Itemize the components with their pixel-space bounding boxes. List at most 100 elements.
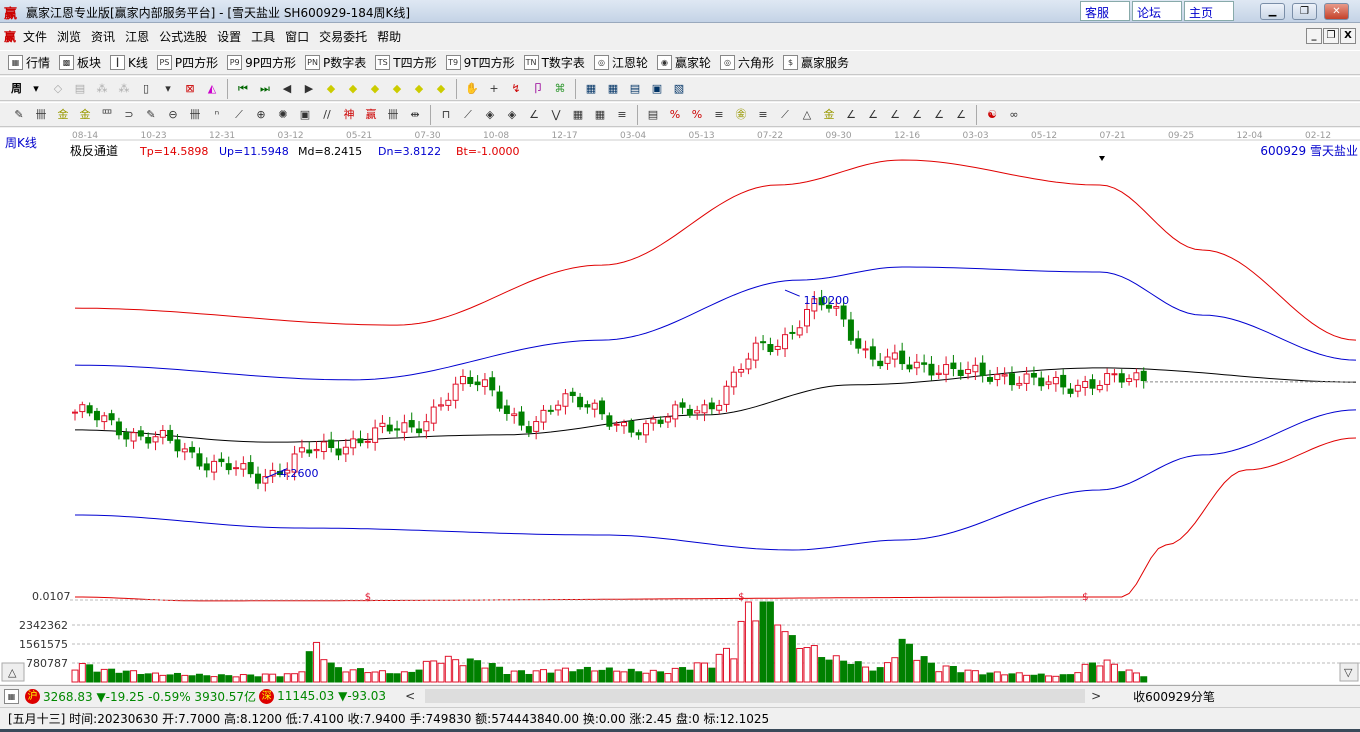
draw-tool-icon-0[interactable]: ✎ bbox=[11, 107, 27, 123]
homepage-link[interactable]: 主页 bbox=[1184, 1, 1234, 21]
draw-tool-icon-27[interactable]: ▦ bbox=[592, 107, 608, 123]
draw-tool-icon-21[interactable]: ⟋ bbox=[460, 107, 476, 123]
tool-icon-1[interactable]: ▤ bbox=[72, 81, 88, 97]
draw-tool-icon-8[interactable]: 卌 bbox=[187, 107, 203, 123]
tool-icon-18[interactable]: ◆ bbox=[433, 81, 449, 97]
kline-chart[interactable]: 08-14 10-23 12-31 03-12 05-21 07-30 10-08 12-17… bbox=[0, 128, 1360, 684]
draw-tool-icon-15[interactable]: 神 bbox=[341, 107, 357, 123]
draw-tool-icon-38[interactable]: 金 bbox=[821, 107, 837, 123]
draw-tool-icon-13[interactable]: ▣ bbox=[297, 107, 313, 123]
menu-news[interactable]: 资讯 bbox=[86, 28, 120, 45]
scroll-right-button[interactable]: > bbox=[1091, 689, 1121, 703]
draw-tool-icon-2[interactable]: 金 bbox=[55, 107, 71, 123]
toolbar-button-11[interactable]: ◎ 六角形 bbox=[719, 54, 774, 71]
draw-tool-icon-47[interactable]: ∞ bbox=[1006, 107, 1022, 123]
tool-icon-22[interactable]: ↯ bbox=[508, 81, 524, 97]
tool-icon-29[interactable]: ▣ bbox=[649, 81, 665, 97]
draw-tool-icon-17[interactable]: 卌 bbox=[385, 107, 401, 123]
tool-icon-26[interactable]: ▦ bbox=[583, 81, 599, 97]
tool-icon-9[interactable]: ⏮ bbox=[235, 81, 251, 97]
customer-service-link[interactable]: 客服 bbox=[1080, 1, 1130, 21]
toolbar-button-9[interactable]: ◎ 江恩轮 bbox=[593, 54, 648, 71]
tick-data-link[interactable]: 收600929分笔 bbox=[1133, 688, 1215, 705]
draw-tool-icon-7[interactable]: ⊖ bbox=[165, 107, 181, 123]
forum-link[interactable]: 论坛 bbox=[1132, 1, 1182, 21]
menu-tools[interactable]: 工具 bbox=[246, 28, 280, 45]
draw-tool-icon-30[interactable]: ▤ bbox=[645, 107, 661, 123]
chevron-down-icon[interactable]: ▾ bbox=[28, 81, 44, 97]
menu-settings[interactable]: 设置 bbox=[212, 28, 246, 45]
draw-tool-icon-36[interactable]: ⟋ bbox=[777, 107, 793, 123]
horizontal-scrollbar[interactable] bbox=[425, 689, 1086, 703]
menu-gann[interactable]: 江恩 bbox=[120, 28, 154, 45]
draw-tool-icon-20[interactable]: ⊓ bbox=[438, 107, 454, 123]
draw-tool-icon-3[interactable]: 金 bbox=[77, 107, 93, 123]
draw-tool-icon-23[interactable]: ◈ bbox=[504, 107, 520, 123]
draw-tool-icon-42[interactable]: ∠ bbox=[909, 107, 925, 123]
tool-icon-21[interactable]: + bbox=[486, 81, 502, 97]
draw-tool-icon-37[interactable]: △ bbox=[799, 107, 815, 123]
draw-tool-icon-22[interactable]: ◈ bbox=[482, 107, 498, 123]
close-button[interactable]: ✕ bbox=[1324, 3, 1349, 20]
menu-trade[interactable]: 交易委托 bbox=[314, 28, 372, 45]
tool-icon-10[interactable]: ⏭ bbox=[257, 81, 273, 97]
mdi-minimize-button[interactable]: _ bbox=[1306, 28, 1322, 44]
calculator-icon[interactable]: ▦ bbox=[4, 688, 19, 704]
toolbar-button-1[interactable]: ▩ 板块 bbox=[59, 54, 101, 71]
menu-help[interactable]: 帮助 bbox=[372, 28, 406, 45]
draw-tool-icon-31[interactable]: % bbox=[667, 107, 683, 123]
draw-tool-icon-24[interactable]: ∠ bbox=[526, 107, 542, 123]
tool-icon-6[interactable]: ⊠ bbox=[182, 81, 198, 97]
toolbar-button-8[interactable]: TN T数字表 bbox=[523, 54, 585, 71]
tool-icon-11[interactable]: ◀ bbox=[279, 81, 295, 97]
draw-tool-icon-32[interactable]: % bbox=[689, 107, 705, 123]
tool-icon-27[interactable]: ▦ bbox=[605, 81, 621, 97]
restore-button[interactable]: ❐ bbox=[1292, 3, 1317, 20]
tool-icon-13[interactable]: ◆ bbox=[323, 81, 339, 97]
draw-tool-icon-11[interactable]: ⊕ bbox=[253, 107, 269, 123]
tool-icon-30[interactable]: ▧ bbox=[671, 81, 687, 97]
draw-tool-icon-18[interactable]: ⇹ bbox=[407, 107, 423, 123]
tool-icon-16[interactable]: ◆ bbox=[389, 81, 405, 97]
tool-icon-14[interactable]: ◆ bbox=[345, 81, 361, 97]
tool-icon-15[interactable]: ◆ bbox=[367, 81, 383, 97]
draw-tool-icon-33[interactable]: ≡ bbox=[711, 107, 727, 123]
toolbar-button-2[interactable]: ┃ K线 bbox=[110, 54, 148, 71]
mdi-restore-button[interactable]: ❐ bbox=[1323, 28, 1339, 44]
draw-tool-icon-5[interactable]: ⊃ bbox=[121, 107, 137, 123]
draw-tool-icon-44[interactable]: ∠ bbox=[953, 107, 969, 123]
tool-icon-2[interactable]: ⁂ bbox=[94, 81, 110, 97]
tool-icon-7[interactable]: ◭ bbox=[204, 81, 220, 97]
tool-icon-0[interactable]: ◇ bbox=[50, 81, 66, 97]
period-select[interactable]: 周 bbox=[11, 81, 22, 97]
draw-tool-icon-46[interactable]: ☯ bbox=[984, 107, 1000, 123]
draw-tool-icon-9[interactable]: ⁿ bbox=[209, 107, 225, 123]
tool-icon-5[interactable]: ▾ bbox=[160, 81, 176, 97]
draw-tool-icon-28[interactable]: ≡ bbox=[614, 107, 630, 123]
menu-window[interactable]: 窗口 bbox=[280, 28, 314, 45]
chart-area[interactable]: 08-14 10-23 12-31 03-12 05-21 07-30 10-08 12-17… bbox=[0, 128, 1360, 684]
tool-icon-12[interactable]: ▶ bbox=[301, 81, 317, 97]
toolbar-button-3[interactable]: PS P四方形 bbox=[156, 54, 218, 71]
draw-tool-icon-14[interactable]: // bbox=[319, 107, 335, 123]
toolbar-button-10[interactable]: ◉ 赢家轮 bbox=[656, 54, 711, 71]
draw-tool-icon-10[interactable]: ⟋ bbox=[231, 107, 247, 123]
draw-tool-icon-1[interactable]: 卌 bbox=[33, 107, 49, 123]
menu-file[interactable]: 文件 bbox=[18, 28, 52, 45]
draw-tool-icon-26[interactable]: ▦ bbox=[570, 107, 586, 123]
draw-tool-icon-4[interactable]: 罒 bbox=[99, 107, 115, 123]
toolbar-button-7[interactable]: T9 9T四方形 bbox=[445, 54, 515, 71]
scroll-left-button[interactable]: < bbox=[405, 689, 425, 703]
toolbar-button-6[interactable]: TS T四方形 bbox=[375, 54, 437, 71]
tool-icon-23[interactable]: 卩 bbox=[530, 81, 546, 97]
toolbar-button-0[interactable]: ▦ 行情 bbox=[8, 54, 50, 71]
mdi-close-button[interactable]: X bbox=[1340, 28, 1356, 44]
draw-tool-icon-6[interactable]: ✎ bbox=[143, 107, 159, 123]
menu-formula[interactable]: 公式选股 bbox=[154, 28, 212, 45]
draw-tool-icon-43[interactable]: ∠ bbox=[931, 107, 947, 123]
tool-icon-20[interactable]: ✋ bbox=[464, 81, 480, 97]
toolbar-button-4[interactable]: P9 9P四方形 bbox=[227, 54, 296, 71]
draw-tool-icon-34[interactable]: ㊎ bbox=[733, 107, 749, 123]
minimize-button[interactable]: ▁ bbox=[1260, 3, 1285, 20]
draw-tool-icon-12[interactable]: ✺ bbox=[275, 107, 291, 123]
